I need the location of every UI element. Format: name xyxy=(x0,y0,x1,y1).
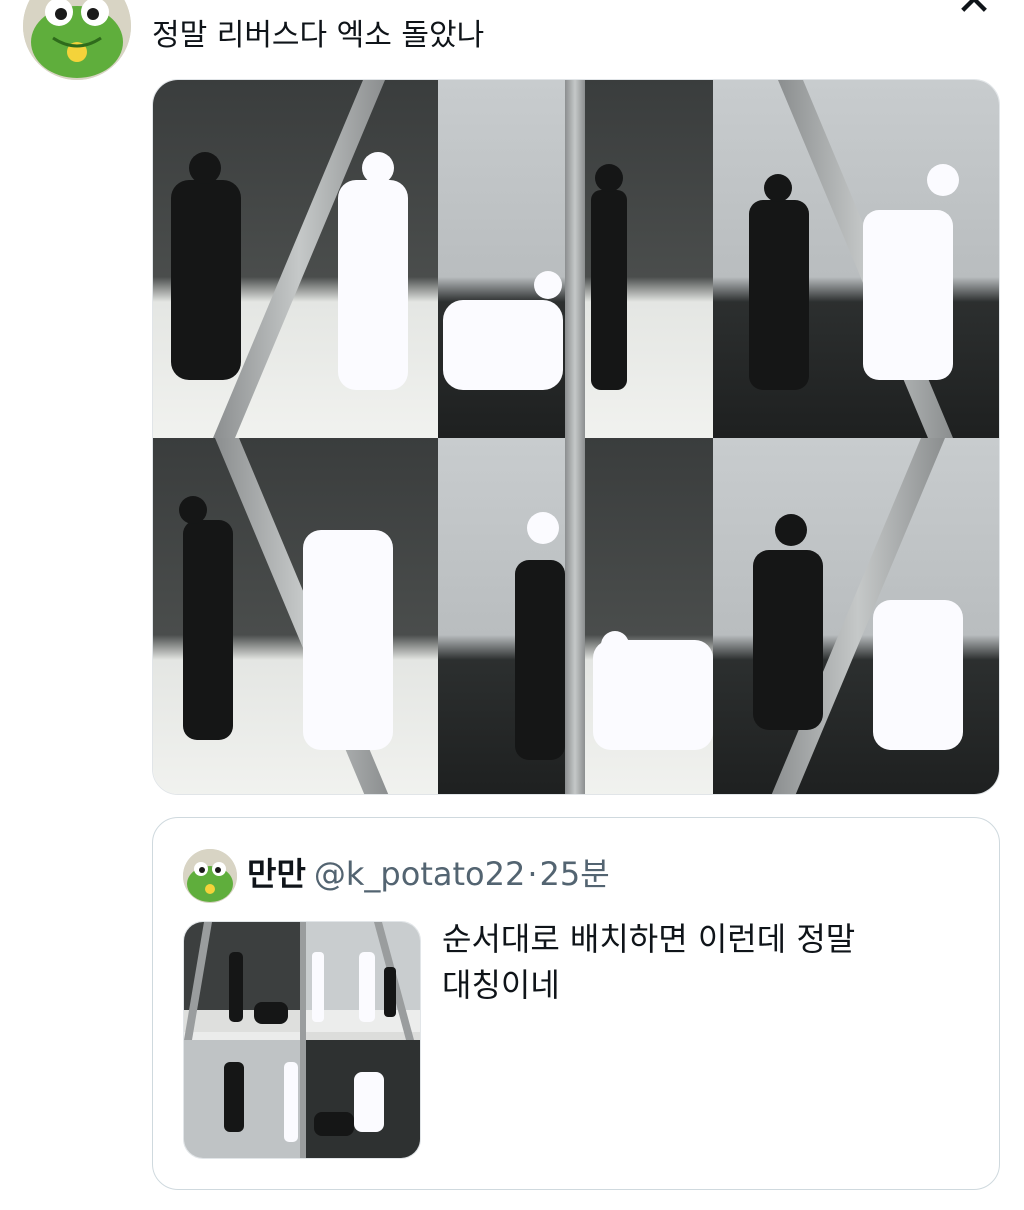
quote-author-avatar[interactable] xyxy=(183,849,237,903)
quote-header: 만만 @k_potato22·25분 xyxy=(247,852,610,896)
tweet-text: 정말 리버스다 엑소 돌았나 xyxy=(152,18,485,53)
author-avatar[interactable] xyxy=(23,0,131,80)
close-icon[interactable]: ✕ xyxy=(948,0,1000,23)
quote-separator: · xyxy=(527,855,538,893)
frog-avatar-icon xyxy=(23,0,131,80)
quote-author-name[interactable]: 만만 xyxy=(247,855,306,893)
quote-text: 순서대로 배치하면 이런데 정말 대칭이네 xyxy=(442,920,856,1004)
quote-media-thumbnail[interactable] xyxy=(183,921,421,1159)
frog-avatar-icon xyxy=(183,849,237,903)
grid-photo-icon xyxy=(153,80,999,794)
quote-timestamp[interactable]: 25분 xyxy=(539,855,609,893)
quoted-tweet-card[interactable]: 만만 @k_potato22·25분 순서대로 배치하면 이런데 정말 대칭이네 xyxy=(152,817,1000,1190)
grid-photo-icon xyxy=(184,922,420,1158)
tweet-media-image[interactable] xyxy=(152,79,1000,795)
quote-author-handle[interactable]: @k_potato22 xyxy=(314,855,525,893)
